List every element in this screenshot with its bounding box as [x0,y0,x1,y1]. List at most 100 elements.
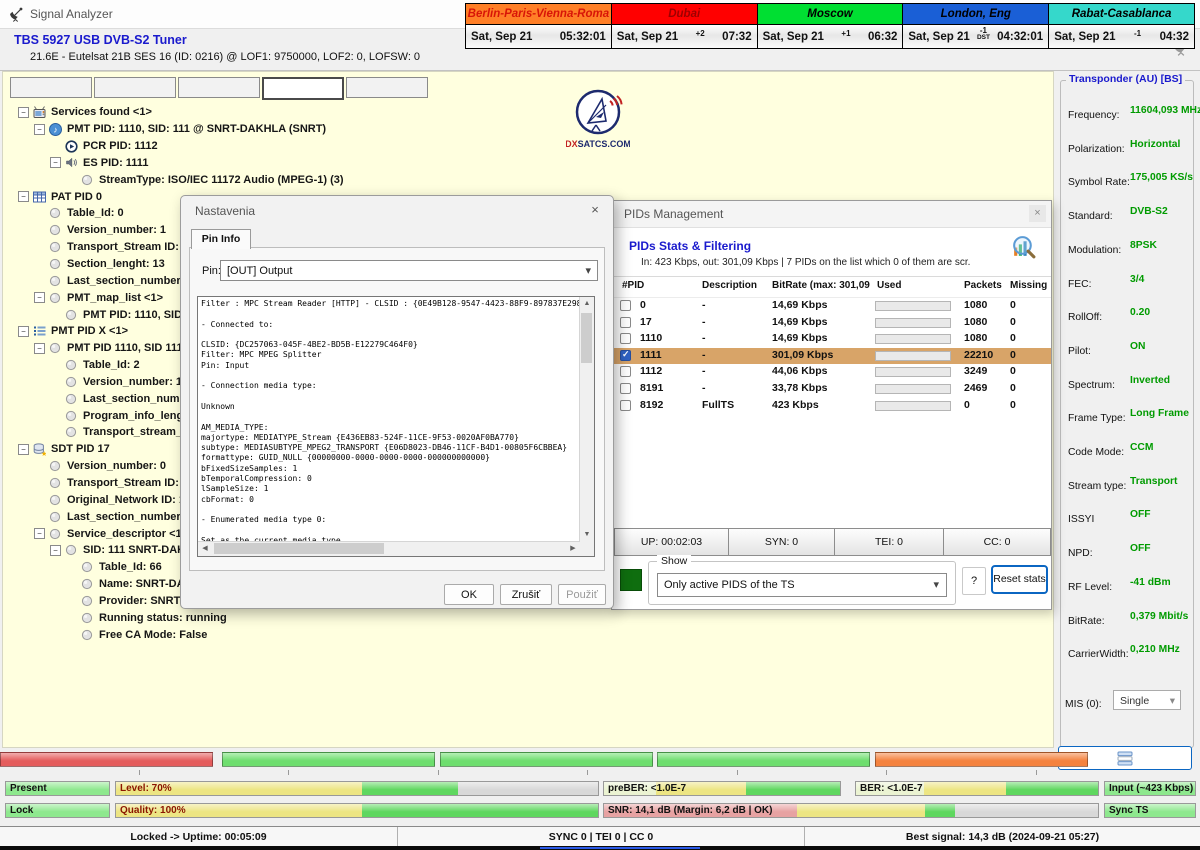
tree-expander-icon[interactable] [50,157,61,168]
reset-stats-button[interactable]: Reset stats [991,565,1048,594]
tree-node-icon [65,140,79,153]
pids-status-row: UP: 00:02:03 SYN: 0 TEI: 0 CC: 0 [614,528,1051,556]
mode-tab[interactable] [178,77,260,98]
pid-checkbox[interactable] [620,333,631,344]
transponder-label: Spectrum: [1068,380,1115,391]
cell-bitrate: 44,06 Kbps [772,365,827,377]
clock-time-row: Sat, Sep 21 +1 06:32 [758,25,903,48]
pin-dropdown[interactable]: [OUT] Output [220,260,598,281]
clock-city-label: Berlin-Paris-Vienna-Roma [466,4,611,25]
tree-item[interactable]: PCR PID: 1112 [16,138,344,155]
transponder-value: 3/4 [1130,274,1144,285]
tree-expander-icon[interactable] [18,326,29,337]
horizontal-scroll-thumb[interactable] [214,543,384,554]
bottom-strip-highlight [540,847,700,849]
mode-tab[interactable] [94,77,176,98]
table-row[interactable]: 1111 - 301,09 Kbps 22210 0 [612,348,1051,365]
ok-button[interactable]: OK [444,584,494,605]
help-button[interactable]: ? [962,567,986,595]
column-used[interactable]: Used [877,280,937,291]
si-table-bar [0,752,213,767]
cell-description: - [702,316,706,328]
mode-tab[interactable] [262,77,344,100]
mis-dropdown[interactable]: Single [1113,690,1181,710]
tree-item[interactable]: StreamType: ISO/IEC 11172 Audio (MPEG-1)… [16,171,344,188]
ruler-tick [587,770,588,775]
tree-node-icon [49,460,63,473]
tree-item[interactable]: ♪ PMT PID: 1110, SID: 111 @ SNRT-DAKHLA … [16,121,344,138]
transponder-label: Pilot: [1068,346,1091,357]
tree-expander-icon[interactable] [50,545,61,556]
pid-checkbox[interactable] [620,350,631,361]
tree-expander-icon[interactable] [18,444,29,455]
transponder-value: 0,379 Mbit/s [1130,611,1188,622]
table-row[interactable]: 17 - 14,69 Kbps 1080 0 [612,315,1051,332]
apply-button[interactable]: Použiť [558,584,606,605]
column-pid[interactable]: #PID [622,280,668,291]
status-counters: SYNC 0 | TEI 0 | CC 0 [398,827,805,847]
close-icon[interactable] [1029,205,1046,222]
horizontal-scrollbar[interactable] [198,541,580,556]
column-missing[interactable]: Missing [1010,280,1052,291]
scroll-right-icon[interactable] [566,542,580,556]
cancel-button[interactable]: Zrušiť [500,584,552,605]
table-row[interactable]: 8191 - 33,78 Kbps 2469 0 [612,381,1051,398]
column-bitrate[interactable]: BitRate (max: 301,09 Kb... [772,280,872,291]
svg-text:♪: ♪ [53,124,57,134]
pid-checkbox[interactable] [620,366,631,377]
tree-item[interactable]: Services found <1> [16,104,344,121]
mode-tab[interactable] [10,77,92,98]
tree-expander-icon[interactable] [18,191,29,202]
column-description[interactable]: Description [702,280,772,291]
svg-text:DXSATCS.COM: DXSATCS.COM [566,139,630,149]
table-row[interactable]: 0 - 14,69 Kbps 1080 0 [612,298,1051,315]
pids-table-rows: 0 - 14,69 Kbps 1080 0 17 - 14,69 Kbps 10… [612,298,1051,414]
pin-label: Pin: [202,265,221,277]
transponder-row: Standard: DVB-S2 [1068,206,1191,220]
table-row[interactable]: 8192 FullTS 423 Kbps 0 0 [612,398,1051,415]
tree-expander-icon[interactable] [18,107,29,118]
search-stats-icon[interactable] [1010,234,1037,266]
tree-node-icon [65,156,79,169]
tree-expander-icon[interactable] [34,124,45,135]
tree-expander-icon[interactable] [34,343,45,354]
clock-date: Sat, Sep 21 [763,31,824,43]
clock-time: 05:32:01 [560,31,606,43]
pid-checkbox[interactable] [620,383,631,394]
vertical-scrollbar[interactable] [579,297,594,542]
vertical-scroll-thumb[interactable] [581,313,592,363]
scroll-up-icon[interactable] [580,297,594,311]
transponder-label: Modulation: [1068,245,1121,256]
pin-info-textbox[interactable]: Filter : MPC Stream Reader [HTTP] - CLSI… [197,296,595,557]
scroll-left-icon[interactable] [198,542,212,556]
tree-expander-icon[interactable] [34,528,45,539]
input-bar: Input (~423 Kbps) [1104,781,1196,796]
transponder-row: FEC: 3/4 [1068,274,1191,288]
clock-time: 06:32 [868,31,897,43]
close-icon[interactable] [587,202,603,218]
mode-tab[interactable] [346,77,428,98]
clock-cell: Moscow Sat, Sep 21 +1 06:32 [758,4,904,48]
tree-item-label: Table_Id: 2 [83,359,140,371]
pid-checkbox[interactable] [620,300,631,311]
si-table-bar [440,752,653,767]
clock-date: Sat, Sep 21 [617,31,678,43]
cell-missing: 0 [1010,316,1016,328]
tree-item[interactable]: Free CA Mode: False [16,626,344,643]
tree-item-label: SDT PID 17 [51,443,110,455]
tab-pin-info[interactable]: Pin Info [191,229,251,249]
pid-checkbox[interactable] [620,317,631,328]
table-row[interactable]: 1110 - 14,69 Kbps 1080 0 [612,331,1051,348]
show-filter-dropdown[interactable]: Only active PIDS of the TS [657,573,947,597]
transponder-value: 11604,093 MHz [1130,105,1200,116]
pid-checkbox[interactable] [620,400,631,411]
tree-node-icon [49,241,63,254]
tree-item[interactable]: Running status: running [16,609,344,626]
tree-item[interactable]: ES PID: 1111 [16,155,344,172]
tree-node-icon [81,594,95,607]
column-packets[interactable]: Packets [964,280,1009,291]
tree-expander-icon[interactable] [34,292,45,303]
tree-node-icon [49,274,63,287]
scroll-down-icon[interactable] [580,528,594,542]
table-row[interactable]: 1112 - 44,06 Kbps 3249 0 [612,364,1051,381]
